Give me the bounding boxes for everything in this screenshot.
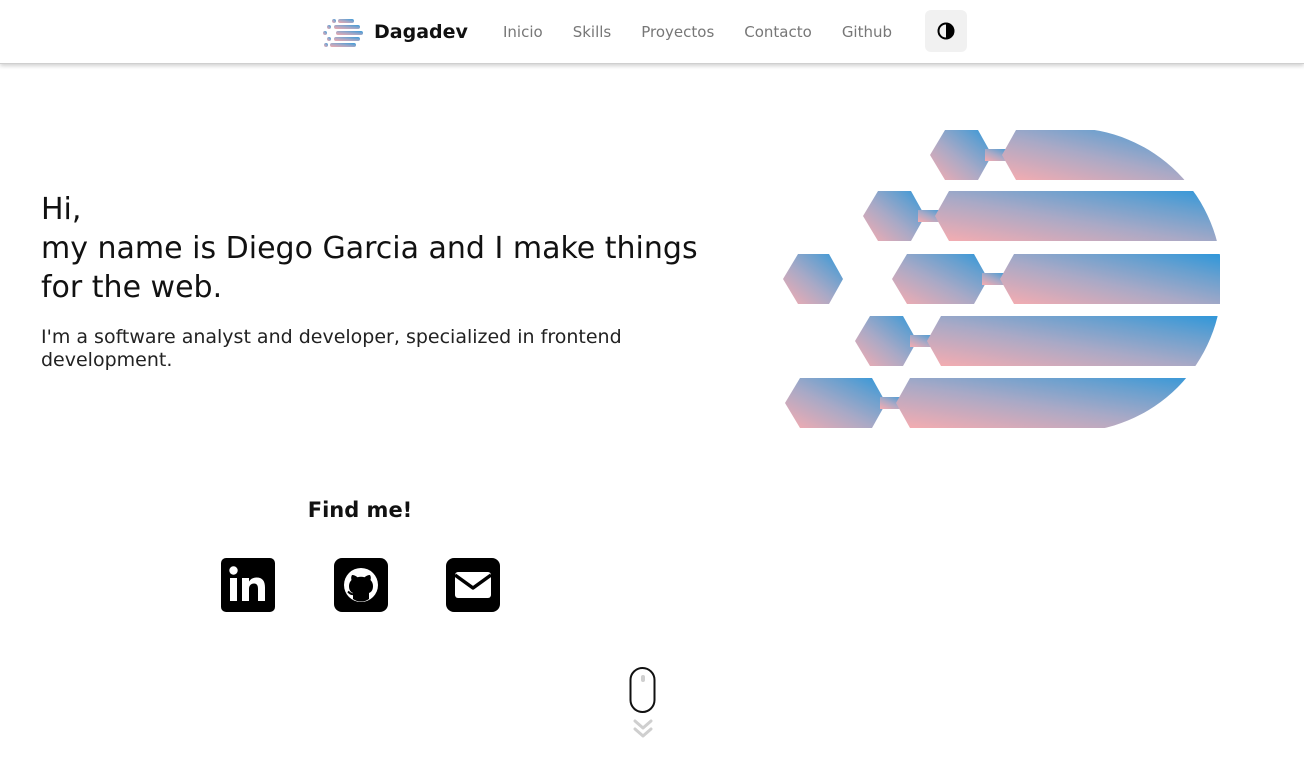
linkedin-link[interactable] (221, 558, 275, 612)
contrast-half-circle-icon (937, 22, 955, 40)
github-link[interactable] (334, 558, 388, 612)
nav-links: Inicio Skills Proyectos Contacto Github (503, 21, 922, 43)
nav-link-proyectos[interactable]: Proyectos (641, 21, 714, 43)
dagadev-logo-graphic (783, 130, 1220, 428)
mouse-icon (629, 667, 656, 738)
nav-link-github[interactable]: Github (842, 21, 892, 43)
navbar: Dagadev Inicio Skills Proyectos Contacto… (0, 0, 1304, 64)
double-chevron-down-icon (633, 719, 653, 738)
email-icon (446, 558, 500, 612)
brand-logo-icon (323, 19, 363, 47)
hero-title: Hi, my name is Diego Garcia and I make t… (41, 190, 701, 307)
hero-greeting: Hi, (41, 192, 82, 227)
brand-name: Dagadev (374, 21, 468, 43)
nav-link-inicio[interactable]: Inicio (503, 21, 543, 43)
brand-link[interactable]: Dagadev (322, 14, 468, 50)
theme-toggle-button[interactable] (925, 10, 967, 52)
scroll-down-hint[interactable] (628, 666, 658, 746)
linkedin-icon (221, 558, 275, 612)
hero-name-line: my name is Diego Garcia and I make thing… (41, 231, 698, 266)
hero-subtitle: I'm a software analyst and developer, sp… (41, 326, 622, 371)
find-me-title: Find me! (307, 498, 413, 522)
nav-link-skills[interactable]: Skills (573, 21, 612, 43)
hero-tagline-line: for the web. (41, 270, 223, 305)
email-link[interactable] (446, 558, 500, 612)
github-icon (334, 558, 388, 612)
nav-link-contacto[interactable]: Contacto (744, 21, 812, 43)
